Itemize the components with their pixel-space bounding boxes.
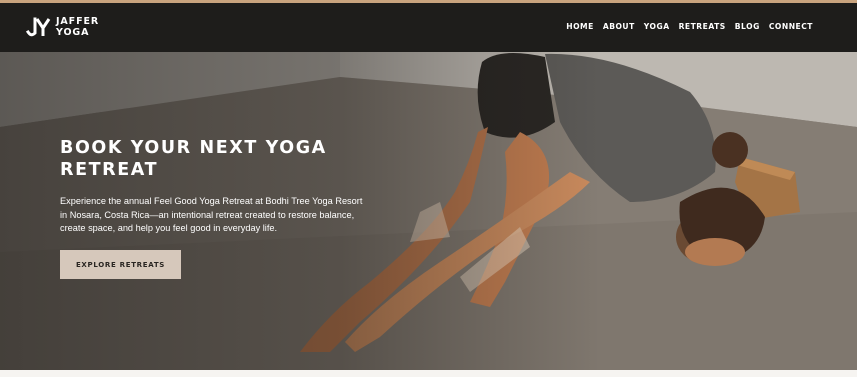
nav-yoga[interactable]: YOGA [644, 22, 670, 31]
jy-monogram-logo-icon [26, 17, 51, 37]
nav-blog[interactable]: BLOG [735, 22, 760, 31]
hero-title: BOOK YOUR NEXT YOGA RETREAT [60, 138, 327, 180]
hero-section: BOOK YOUR NEXT YOGA RETREAT Experience t… [0, 52, 857, 370]
main-nav: HOME ABOUT YOGA RETREATS BLOG CONNECT [566, 22, 813, 31]
logo-link[interactable]: JAFFER YOGA [26, 14, 99, 40]
brand-name-line1: JAFFER [56, 16, 100, 27]
hero-description: Experience the annual Feel Good Yoga Ret… [60, 196, 363, 233]
nav-connect[interactable]: CONNECT [769, 22, 813, 31]
nav-home[interactable]: HOME [566, 22, 594, 31]
nav-about[interactable]: ABOUT [603, 22, 635, 31]
site-header: JAFFER YOGA HOME ABOUT YOGA RETREATS BLO… [0, 3, 857, 52]
brand-name-line2: YOGA [56, 27, 90, 38]
nav-retreats[interactable]: RETREATS [679, 22, 726, 31]
page-bottom-edge [0, 370, 857, 377]
brand-name: JAFFER YOGA [56, 16, 99, 38]
explore-retreats-button[interactable]: EXPLORE RETREATS [60, 250, 181, 279]
